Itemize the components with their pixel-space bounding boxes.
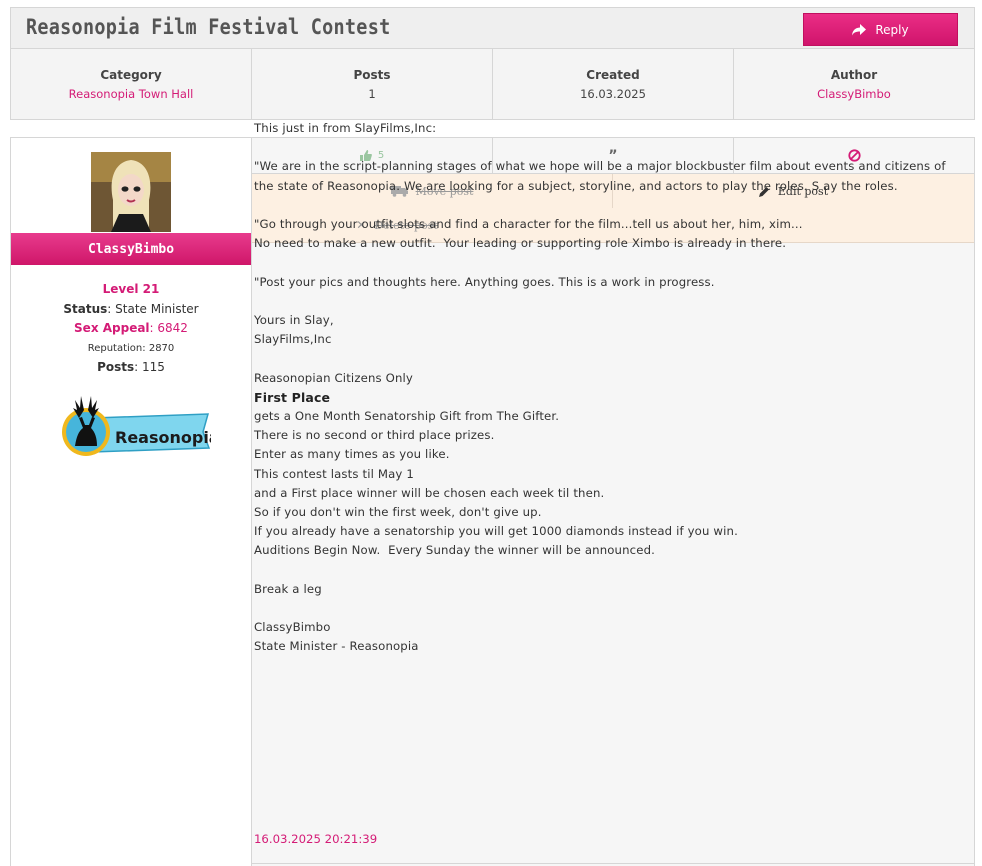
post-line: ClassyBimbo State Minister - Reasonopia bbox=[254, 620, 419, 654]
post-line bbox=[254, 196, 954, 215]
user-sidebar: ClassyBimbo Level 21 Status: State Minis… bbox=[11, 138, 252, 866]
badge-text: Reasonopia bbox=[115, 428, 211, 447]
user-info: Level 21 Status: State Minister Sex Appe… bbox=[63, 282, 199, 374]
stat-value: 1 bbox=[368, 87, 376, 101]
post-timestamp: 16.03.2025 20:21:39 bbox=[254, 832, 378, 846]
reply-arrow-icon bbox=[852, 23, 867, 35]
reasonopia-logo-icon: Reasonopia bbox=[62, 396, 220, 456]
stat-value: 16.03.2025 bbox=[580, 87, 646, 101]
posts-label: Posts bbox=[97, 360, 135, 374]
reputation-label: Reputation: bbox=[87, 342, 146, 354]
reasonopia-badge: Reasonopia bbox=[53, 388, 220, 460]
post-line: "Go through your outfit slots and find a… bbox=[254, 217, 803, 251]
sex-appeal-value: 6842 bbox=[157, 321, 188, 335]
thread-header: Reasonopia Film Festival Contest Reply bbox=[10, 7, 975, 49]
stat-posts: Posts 1 bbox=[252, 49, 493, 119]
post-line bbox=[254, 349, 954, 368]
status-label: Status bbox=[63, 301, 108, 316]
post-line: This just in from SlayFilms,Inc: bbox=[254, 121, 437, 135]
post-line bbox=[254, 561, 954, 580]
post-line bbox=[254, 292, 954, 311]
category-link[interactable]: Reasonopia Town Hall bbox=[11, 87, 251, 101]
author-link[interactable]: ClassyBimbo bbox=[734, 87, 974, 101]
status-value: State Minister bbox=[115, 301, 199, 316]
stat-label: Category bbox=[100, 68, 162, 82]
stat-author: Author ClassyBimbo bbox=[734, 49, 974, 119]
post-line bbox=[254, 599, 954, 618]
stat-label: Posts bbox=[353, 68, 391, 82]
reply-label: Reply bbox=[875, 22, 909, 37]
thread-stats: Category Reasonopia Town Hall Posts 1 Cr… bbox=[10, 48, 975, 120]
stat-category: Category Reasonopia Town Hall bbox=[11, 49, 252, 119]
reputation-value: 2870 bbox=[148, 342, 175, 354]
reply-button[interactable]: Reply bbox=[803, 13, 958, 46]
post-line: "We are in the script-planning stages of… bbox=[254, 159, 950, 193]
post-line: Yours in Slay, SlayFilms,Inc bbox=[254, 313, 334, 347]
thread-title: Reasonopia Film Festival Contest bbox=[26, 15, 391, 39]
avatar-image bbox=[91, 152, 171, 232]
post-footer-divider bbox=[252, 863, 974, 864]
post-body: This just in from SlayFilms,Inc: "We are… bbox=[254, 119, 954, 657]
post-line: Reasonopian Citizens Only bbox=[254, 370, 413, 385]
username[interactable]: ClassyBimbo bbox=[11, 233, 251, 265]
post-line: Break a leg bbox=[254, 581, 322, 596]
post-line bbox=[254, 253, 954, 272]
stat-created: Created 16.03.2025 bbox=[493, 49, 734, 119]
sex-appeal-label: Sex Appeal bbox=[74, 321, 150, 335]
stat-label: Author bbox=[830, 68, 878, 82]
post-line bbox=[254, 138, 954, 157]
avatar[interactable] bbox=[91, 152, 171, 232]
post-bold-line: First Place bbox=[254, 389, 331, 405]
posts-value: 115 bbox=[142, 360, 165, 374]
stat-label: Created bbox=[586, 68, 640, 82]
post-line: "Post your pics and thoughts here. Anyth… bbox=[254, 274, 715, 289]
post-line: gets a One Month Senatorship Gift from T… bbox=[254, 409, 738, 558]
user-level: Level 21 bbox=[102, 282, 160, 296]
